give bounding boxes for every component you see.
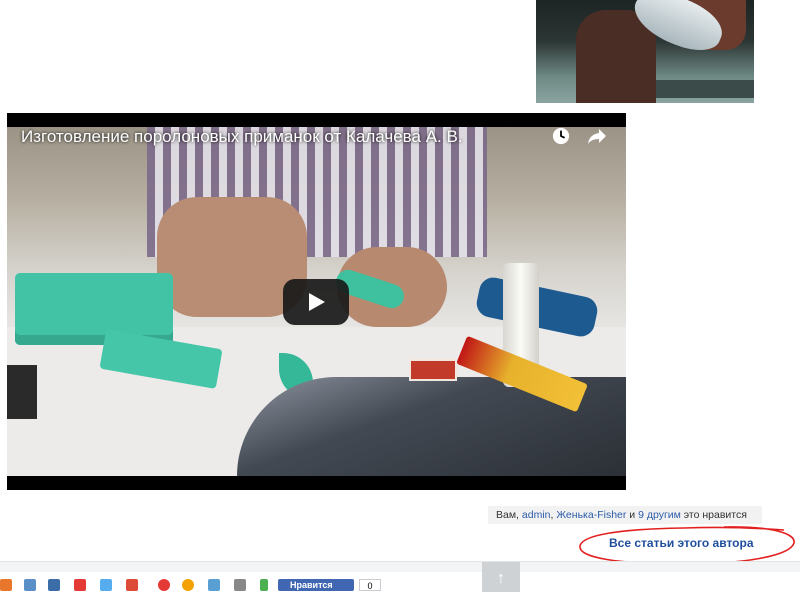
youtube-video-player[interactable]: Изготовление поролоновых приманок от Кал…: [7, 113, 626, 490]
share-icon[interactable]: [587, 126, 607, 146]
foam-block-large: [15, 273, 173, 345]
watch-later-icon[interactable]: [552, 127, 570, 145]
all-author-articles-link[interactable]: Все статьи этого автора: [609, 536, 754, 550]
likes-suffix: это нравится: [683, 509, 747, 521]
scroll-to-top-button[interactable]: ↑: [482, 562, 520, 592]
likes-and: и: [629, 509, 636, 521]
print-icon[interactable]: [234, 579, 246, 591]
email-icon[interactable]: [208, 579, 220, 591]
facebook-like-button[interactable]: Нравится: [278, 579, 354, 591]
likes-prefix: Вам,: [496, 509, 519, 521]
likes-comma: ,: [550, 509, 554, 521]
matchbox: [409, 359, 457, 381]
moi-mir-icon[interactable]: [182, 579, 194, 591]
twitter-icon[interactable]: [100, 579, 112, 591]
video-title[interactable]: Изготовление поролоновых приманок от Кал…: [21, 127, 463, 147]
facebook-like-count: 0: [359, 579, 381, 591]
liker-link-admin[interactable]: admin: [522, 509, 551, 521]
liker-link-zhenka[interactable]: Женька-Fisher: [556, 509, 626, 521]
likes-bar: Вам, admin, Женька-Fisher и 9 другим это…: [488, 506, 762, 524]
article-thumbnail-image[interactable]: [536, 0, 754, 103]
vk-icon[interactable]: [48, 579, 60, 591]
mail-ru-icon[interactable]: [24, 579, 36, 591]
section-separator: [0, 561, 800, 572]
download-icon[interactable]: [260, 579, 268, 591]
google-plus-icon[interactable]: [126, 579, 138, 591]
odnoklassniki-icon[interactable]: [158, 579, 170, 591]
likers-others-link[interactable]: 9 другим: [638, 509, 681, 521]
thumb-boat-rail: [656, 80, 754, 98]
livejournal-icon[interactable]: [74, 579, 86, 591]
blogger-icon[interactable]: [0, 579, 12, 591]
phone: [7, 365, 37, 419]
play-button[interactable]: [283, 279, 349, 325]
